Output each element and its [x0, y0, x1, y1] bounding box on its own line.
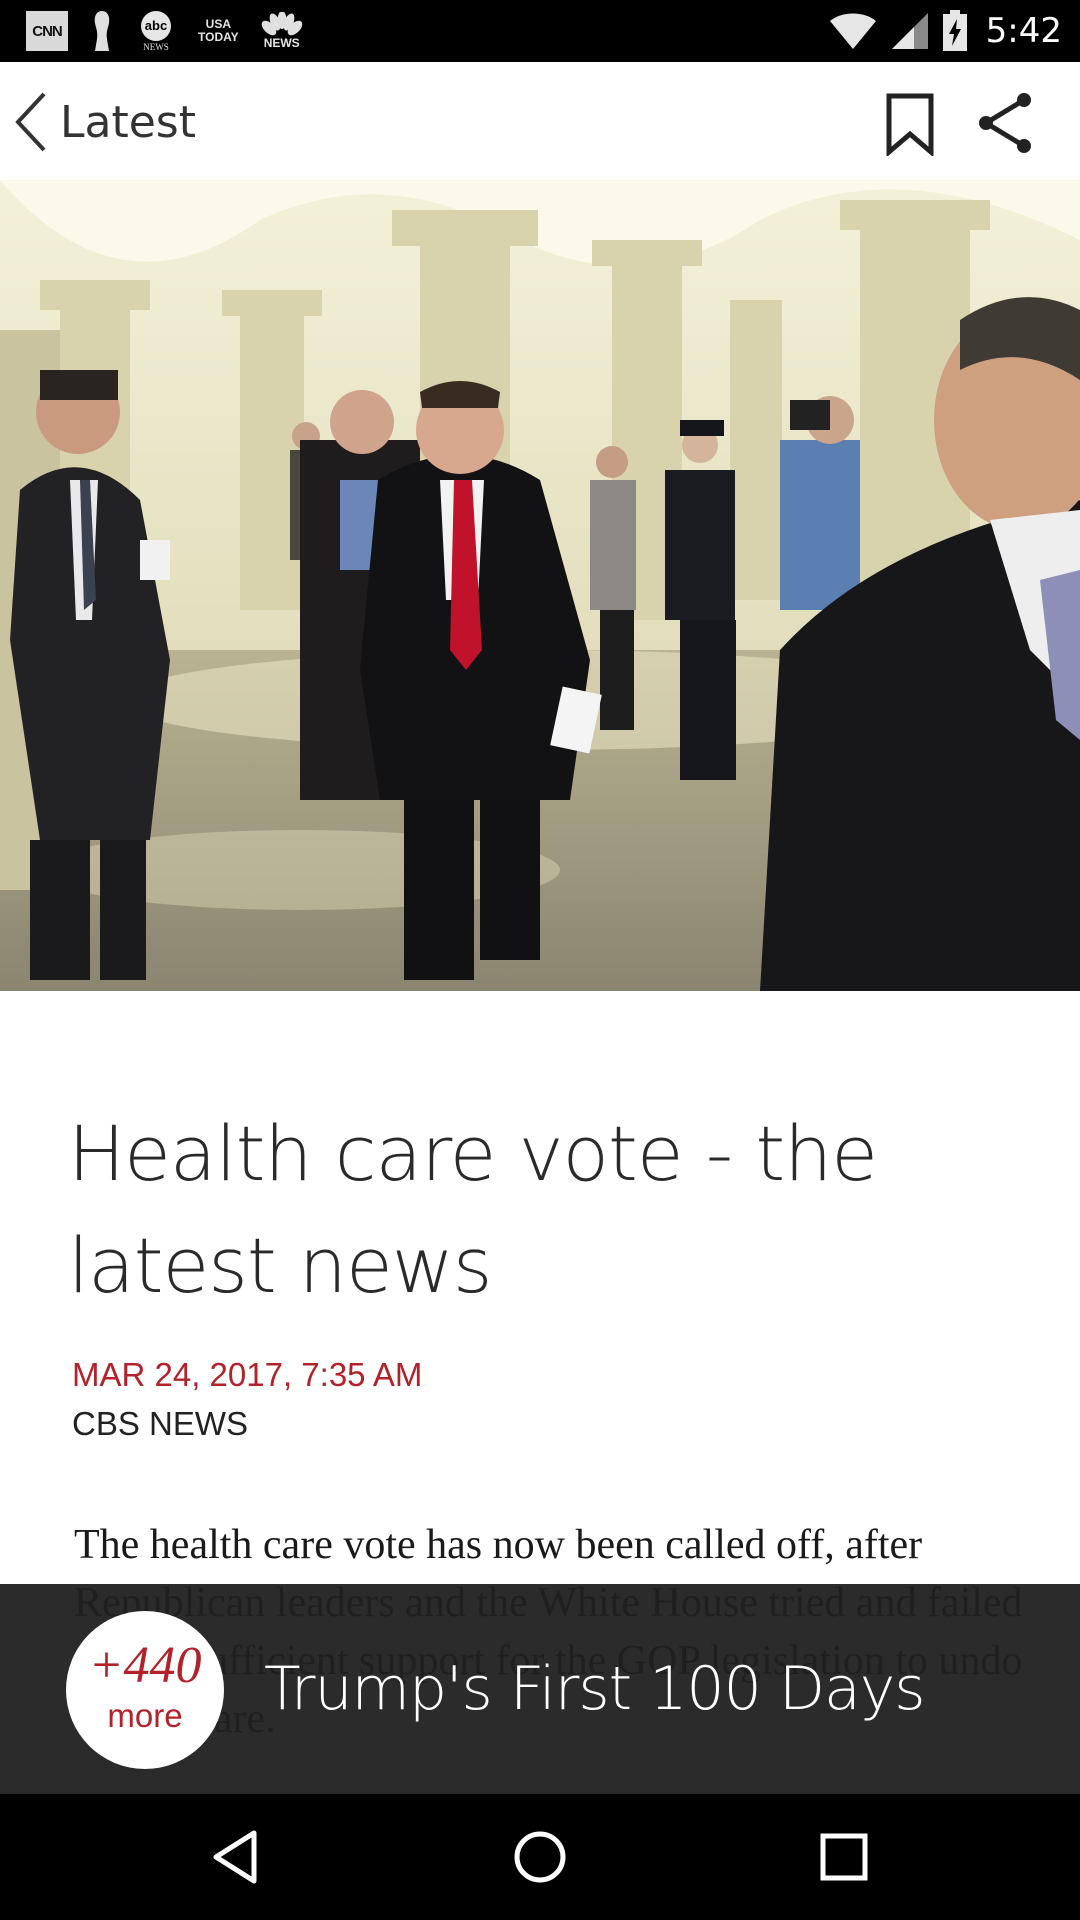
collection-title[interactable]: Trump's First 100 Days [264, 1584, 926, 1794]
usa-today-icon: USA TODAY [198, 18, 239, 44]
home-circle-icon [514, 1831, 566, 1883]
cnn-icon-text: CNN [32, 22, 62, 40]
clock: 5:42 [985, 11, 1062, 51]
back-label: Latest [60, 96, 196, 148]
notification-icons: CNN abc NEWS USA TODAY NEWS [26, 8, 303, 54]
recents-square-icon [820, 1833, 868, 1881]
more-count: +440 [88, 1637, 202, 1694]
nav-back-button[interactable] [206, 1827, 266, 1887]
nbc-sub-label: NEWS [263, 36, 300, 50]
article-date: MAR 24, 2017, 7:35 AM [72, 1356, 423, 1393]
cnn-icon: CNN [26, 11, 68, 51]
navigation-bar [0, 1794, 1080, 1920]
chevron-left-icon [15, 92, 46, 152]
wifi-icon [829, 13, 876, 49]
back-triangle-icon [213, 1830, 257, 1884]
abc-logo: abc [141, 10, 171, 41]
peacock-icon [261, 12, 302, 36]
hand-icon [94, 11, 110, 51]
nbc-news-icon: NEWS [261, 12, 303, 50]
share-icon [979, 93, 1031, 153]
bookmark-button[interactable] [880, 92, 940, 158]
nav-recents-button[interactable] [814, 1827, 874, 1887]
screen: CNN abc NEWS USA TODAY NEWS 5:42 Latest … [0, 0, 1080, 1920]
bookmark-icon [886, 93, 934, 158]
hero-photo [0, 180, 1080, 991]
article-headline: Health care vote - the latest news [68, 1109, 878, 1310]
app-bar: Latest [0, 62, 1080, 180]
share-button[interactable] [974, 90, 1036, 156]
article-source: CBS NEWS [72, 1405, 249, 1442]
back-button[interactable]: Latest [10, 84, 196, 160]
cellular-signal-icon [891, 13, 928, 49]
abc-news-icon: abc NEWS [136, 10, 176, 52]
abc-sub-label: NEWS [143, 41, 169, 52]
collection-banner[interactable]: +440 more Trump's First 100 Days [0, 1584, 1080, 1794]
more-count-badge[interactable]: +440 more [66, 1611, 224, 1769]
system-indicators: 5:42 [828, 0, 1062, 62]
battery-charging-icon [942, 10, 967, 51]
usa-today-line2: TODAY [198, 30, 239, 44]
status-bar: CNN abc NEWS USA TODAY NEWS 5:42 [0, 0, 1080, 62]
hero-photo-illustration [0, 180, 1080, 991]
nav-home-button[interactable] [510, 1827, 570, 1887]
more-label: more [107, 1697, 183, 1734]
